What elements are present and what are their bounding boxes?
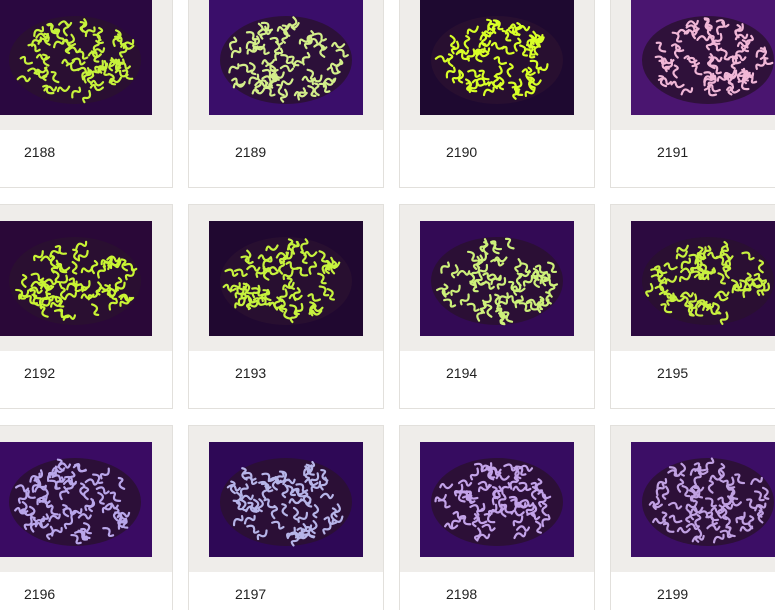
product-id-label[interactable]: 2194 bbox=[400, 365, 594, 381]
product-image[interactable] bbox=[0, 442, 152, 557]
product-image[interactable] bbox=[631, 442, 775, 557]
product-id-label[interactable]: 2193 bbox=[189, 365, 383, 381]
product-card[interactable]: 2196 bbox=[0, 425, 173, 610]
product-card[interactable]: 2191 bbox=[610, 0, 775, 188]
product-grid: 2188 2189 2190 2191 2192 2193 2194 2195 2196 2197… bbox=[0, 0, 775, 610]
product-image[interactable] bbox=[420, 221, 574, 336]
product-image[interactable] bbox=[209, 0, 363, 115]
product-image[interactable] bbox=[420, 442, 574, 557]
product-id-label[interactable]: 2195 bbox=[611, 365, 775, 381]
product-id-label[interactable]: 2188 bbox=[0, 144, 172, 160]
product-image[interactable] bbox=[209, 221, 363, 336]
product-id-label[interactable]: 2197 bbox=[189, 586, 383, 602]
product-card[interactable]: 2193 bbox=[188, 204, 384, 409]
product-card[interactable]: 2199 bbox=[610, 425, 775, 610]
product-card[interactable]: 2192 bbox=[0, 204, 173, 409]
product-id-label[interactable]: 2198 bbox=[400, 586, 594, 602]
product-card[interactable]: 2194 bbox=[399, 204, 595, 409]
product-card[interactable]: 2195 bbox=[610, 204, 775, 409]
product-id-label[interactable]: 2191 bbox=[611, 144, 775, 160]
product-card[interactable]: 2189 bbox=[188, 0, 384, 188]
product-card[interactable]: 2198 bbox=[399, 425, 595, 610]
product-image[interactable] bbox=[420, 0, 574, 115]
product-id-label[interactable]: 2196 bbox=[0, 586, 172, 602]
product-card[interactable]: 2197 bbox=[188, 425, 384, 610]
product-image[interactable] bbox=[0, 0, 152, 115]
product-image[interactable] bbox=[631, 221, 775, 336]
product-image[interactable] bbox=[631, 0, 775, 115]
product-card[interactable]: 2188 bbox=[0, 0, 173, 188]
product-id-label[interactable]: 2189 bbox=[189, 144, 383, 160]
product-id-label[interactable]: 2199 bbox=[611, 586, 775, 602]
product-id-label[interactable]: 2190 bbox=[400, 144, 594, 160]
product-image[interactable] bbox=[0, 221, 152, 336]
product-image[interactable] bbox=[209, 442, 363, 557]
product-card[interactable]: 2190 bbox=[399, 0, 595, 188]
product-id-label[interactable]: 2192 bbox=[0, 365, 172, 381]
